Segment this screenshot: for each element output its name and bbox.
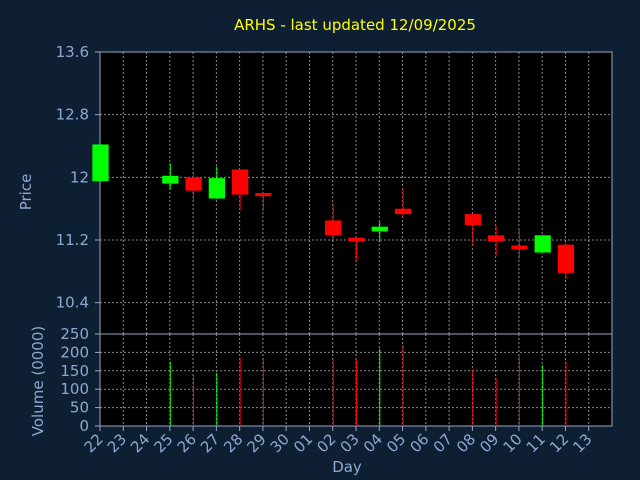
price-tick-label: 13.6 <box>56 43 89 61</box>
candle-body <box>185 177 202 191</box>
volume-tick-label: 100 <box>60 380 89 398</box>
volume-axis-label: Volume (0000) <box>29 326 47 436</box>
candle-body <box>557 244 575 273</box>
price-tick-label: 10.4 <box>56 294 89 312</box>
price-panel: 10.4 11.2 12 12.8 13.6 <box>56 43 613 335</box>
chart-title: ARHS - last updated 12/09/2025 <box>234 16 476 34</box>
candle-body <box>348 237 365 242</box>
candle-body <box>394 208 412 215</box>
candle-body <box>92 144 109 182</box>
chart-canvas: ARHS - last updated 12/09/2025 10.411.21… <box>0 0 640 480</box>
price-tick-label: 11.2 <box>56 231 89 249</box>
candle-body <box>534 235 551 253</box>
candle-body <box>231 169 249 195</box>
price-axis-label: Price <box>17 174 35 211</box>
candle-body <box>255 193 272 197</box>
volume-tick-label: 50 <box>70 399 89 417</box>
volume-tick-label: 0 <box>79 417 89 435</box>
price-tick-label: 12.8 <box>56 106 89 124</box>
price-tick-label: 12 <box>70 168 89 186</box>
volume-tick-label: 150 <box>60 362 89 380</box>
x-axis-label: Day <box>332 458 362 476</box>
candle-body <box>325 220 342 236</box>
candle-body <box>208 178 226 199</box>
volume-tick-label: 250 <box>60 325 89 343</box>
candle-body <box>511 245 528 250</box>
candle-body <box>487 235 505 242</box>
candle-body <box>464 214 482 226</box>
candle-body <box>162 175 179 184</box>
volume-tick-label: 200 <box>60 343 89 361</box>
candle-body <box>371 226 388 232</box>
